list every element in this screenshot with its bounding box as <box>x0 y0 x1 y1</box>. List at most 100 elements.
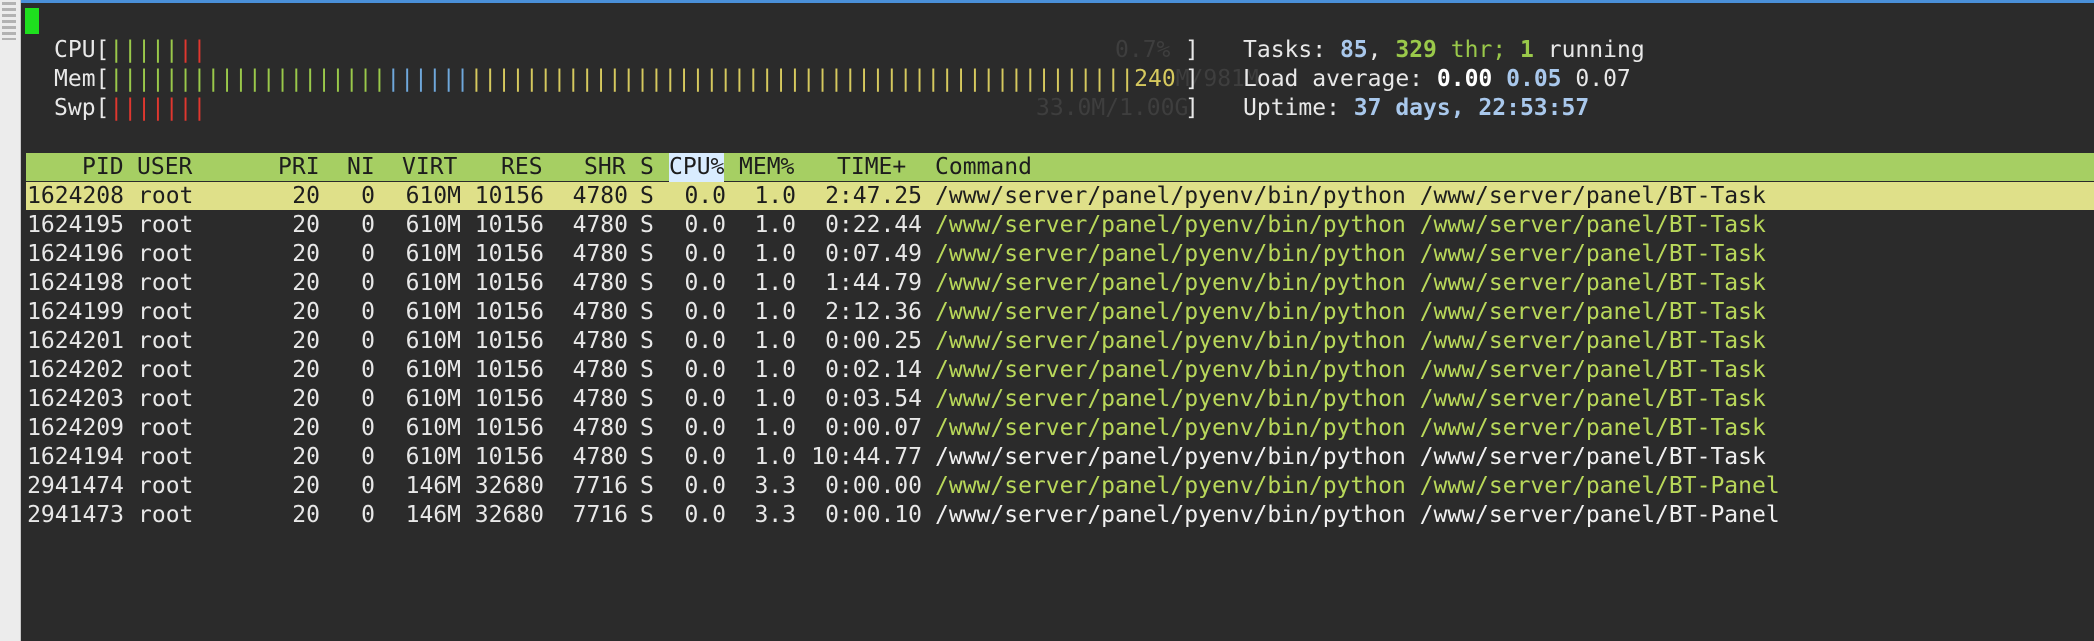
cell-shr: 4780 <box>572 328 628 354</box>
process-row[interactable]: 1624203 root 20 0 610M 10156 4780 S 0.0 1.0 0:03.5… <box>0 385 2094 414</box>
cell-mem-percent: 1.0 <box>754 212 796 238</box>
cell-res: 32680 <box>474 502 544 528</box>
cell-command: /www/server/panel/pyenv/bin/python /www/… <box>935 270 1766 296</box>
process-table-header[interactable]: PID USER PRI NI VIRT RES SHR S CPU% MEM%… <box>26 153 2094 182</box>
running-label: running <box>1547 37 1645 63</box>
process-row[interactable]: 1624194 root 20 0 610M 10156 4780 S 0.0 1.0 10:44.… <box>0 443 2094 472</box>
cpu-label: CPU <box>54 37 96 63</box>
cell-res: 10156 <box>474 328 544 354</box>
col-command[interactable]: Command <box>935 153 1032 182</box>
cell-nice: 0 <box>361 270 375 296</box>
cell-time: 2:12.36 <box>825 299 922 325</box>
cell-res: 10156 <box>474 270 544 296</box>
col-mem[interactable]: MEM% <box>739 153 794 182</box>
col-state[interactable]: S <box>640 153 654 182</box>
col-user[interactable]: USER <box>137 153 192 182</box>
cell-priority: 20 <box>292 357 320 383</box>
cell-time: 1:44.79 <box>825 270 922 296</box>
process-row-selected[interactable]: 1624208 root 20 0 610M 10156 4780 S 0.0 1.0 2:47.2… <box>0 182 2094 211</box>
cell-user: root <box>138 270 194 296</box>
mem-bars-used: |||||||||||||||||||| <box>109 66 387 92</box>
cell-virt: 146M <box>405 502 461 528</box>
cell-user: root <box>138 444 194 470</box>
process-row[interactable]: 2941474 root 20 0 146M 32680 7716 S 0.0 3.3 0:00.0… <box>0 472 2094 501</box>
cell-virt: 610M <box>405 444 461 470</box>
col-ni[interactable]: NI <box>347 153 375 182</box>
cell-command: /www/server/panel/pyenv/bin/python /www/… <box>935 183 1766 209</box>
cell-cpu-percent: 0.0 <box>684 444 726 470</box>
process-row[interactable]: 1624196 root 20 0 610M 10156 4780 S 0.0 1.0 0:07.4… <box>0 240 2094 269</box>
cell-pid: 1624194 <box>27 444 124 470</box>
cell-virt: 610M <box>405 212 461 238</box>
mem-value: 240 <box>1134 66 1176 92</box>
cell-priority: 20 <box>292 212 320 238</box>
process-row[interactable]: 1624199 root 20 0 610M 10156 4780 S 0.0 1.0 2:12.3… <box>0 298 2094 327</box>
cell-res: 32680 <box>474 473 544 499</box>
process-row[interactable]: 2941473 root 20 0 146M 32680 7716 S 0.0 3.3 0:00.1… <box>0 501 2094 530</box>
running-count: 1 <box>1520 37 1534 63</box>
cell-command: /www/server/panel/pyenv/bin/python /www/… <box>935 299 1766 325</box>
mem-bars-buffers: |||||| <box>386 66 470 92</box>
terminal-cursor <box>25 8 39 34</box>
cell-command: /www/server/panel/pyenv/bin/python /www/… <box>935 357 1766 383</box>
cell-time: 0:00.07 <box>825 415 922 441</box>
cell-state: S <box>640 183 654 209</box>
process-row[interactable]: 1624198 root 20 0 610M 10156 4780 S 0.0 1.0 1:44.7… <box>0 269 2094 298</box>
cell-cpu-percent: 0.0 <box>684 357 726 383</box>
cell-time: 0:07.49 <box>825 241 922 267</box>
col-virt[interactable]: VIRT <box>402 153 457 182</box>
cell-command: /www/server/panel/pyenv/bin/python /www/… <box>935 502 1780 528</box>
load-1min: 0.00 <box>1436 66 1493 92</box>
col-time[interactable]: TIME+ <box>837 153 906 182</box>
cell-pid: 1624201 <box>27 328 124 354</box>
cell-cpu-percent: 0.0 <box>684 328 726 354</box>
cell-nice: 0 <box>361 444 375 470</box>
cell-mem-percent: 1.0 <box>754 328 796 354</box>
cell-state: S <box>640 444 654 470</box>
cell-pid: 1624195 <box>27 212 124 238</box>
cell-shr: 7716 <box>572 502 628 528</box>
cell-pid: 1624196 <box>27 241 124 267</box>
cell-state: S <box>640 241 654 267</box>
cell-res: 10156 <box>474 183 544 209</box>
cell-state: S <box>640 386 654 412</box>
cell-pid: 1624199 <box>27 299 124 325</box>
cell-priority: 20 <box>292 502 320 528</box>
cell-mem-percent: 1.0 <box>754 299 796 325</box>
col-cpu-sorted[interactable]: CPU% <box>669 153 725 182</box>
cell-user: root <box>138 386 194 412</box>
cell-shr: 4780 <box>572 241 628 267</box>
process-row[interactable]: 1624202 root 20 0 610M 10156 4780 S 0.0 1.0 0:02.1… <box>0 356 2094 385</box>
cell-user: root <box>138 415 194 441</box>
col-shr[interactable]: SHR <box>584 153 626 182</box>
cell-command: /www/server/panel/pyenv/bin/python /www/… <box>935 241 1766 267</box>
cell-priority: 20 <box>292 473 320 499</box>
cell-cpu-percent: 0.0 <box>684 386 726 412</box>
col-pid[interactable]: PID <box>82 153 124 182</box>
load-15min: 0.07 <box>1575 66 1631 92</box>
process-row[interactable]: 1624195 root 20 0 610M 10156 4780 S 0.0 1.0 0:22.4… <box>0 211 2094 240</box>
col-res[interactable]: RES <box>501 153 543 182</box>
cell-nice: 0 <box>361 183 375 209</box>
cell-mem-percent: 1.0 <box>754 444 796 470</box>
cell-pid: 2941474 <box>27 473 124 499</box>
cell-state: S <box>640 328 654 354</box>
cell-time: 0:00.10 <box>825 502 922 528</box>
process-row[interactable]: 1624201 root 20 0 610M 10156 4780 S 0.0 1.0 0:00.2… <box>0 327 2094 356</box>
cpu-value: 0.7% <box>1115 37 1171 63</box>
col-pri[interactable]: PRI <box>278 153 320 182</box>
process-row[interactable]: 1624209 root 20 0 610M 10156 4780 S 0.0 1.0 0:00.0… <box>0 414 2094 443</box>
swp-bars: ||||||| <box>109 95 207 121</box>
cell-command: /www/server/panel/pyenv/bin/python /www/… <box>935 328 1766 354</box>
cell-mem-percent: 1.0 <box>754 270 796 296</box>
cell-cpu-percent: 0.0 <box>684 299 726 325</box>
cell-virt: 610M <box>405 328 461 354</box>
cell-mem-percent: 1.0 <box>754 357 796 383</box>
load-label: Load average: <box>1243 66 1424 92</box>
uptime: Uptime: 37 days, 22:53:57 <box>1243 94 1589 123</box>
cell-cpu-percent: 0.0 <box>684 183 726 209</box>
cell-virt: 610M <box>405 270 461 296</box>
swap-meter: Swp[||||||| <box>54 95 207 121</box>
cell-state: S <box>640 415 654 441</box>
cell-user: root <box>138 183 194 209</box>
